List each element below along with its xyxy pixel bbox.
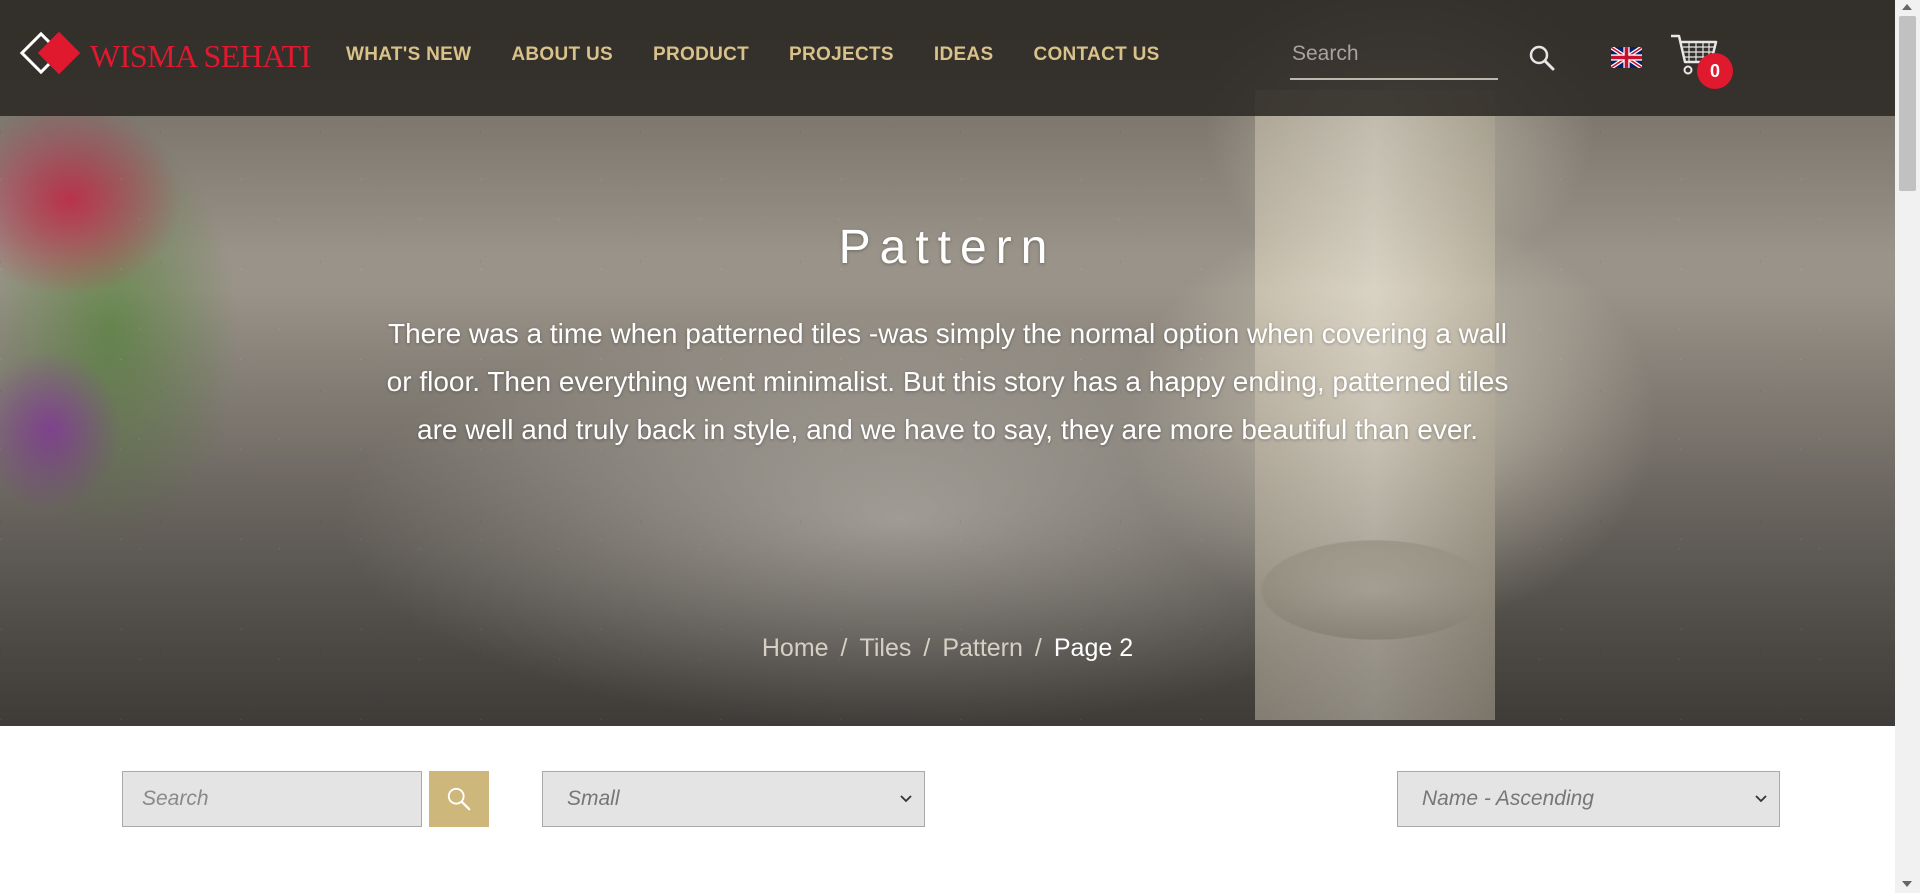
- size-select[interactable]: Small: [542, 771, 925, 827]
- breadcrumb-pattern[interactable]: Pattern: [942, 634, 1023, 662]
- breadcrumb: Home / Tiles / Pattern / Page 2: [761, 634, 1134, 662]
- logo-mark-icon: [19, 31, 82, 80]
- scroll-up-icon[interactable]: [1902, 4, 1912, 10]
- header-search-input[interactable]: [1290, 36, 1502, 72]
- filter-bar: Small Name - Ascending: [0, 726, 1895, 893]
- sort-select-value: Name - Ascending: [1422, 787, 1594, 810]
- brand-name: WISMA SEHATI: [90, 37, 311, 74]
- search-icon[interactable]: [1528, 44, 1556, 72]
- breadcrumb-current: Page 2: [1053, 634, 1134, 662]
- size-select-value: Small: [567, 787, 620, 810]
- page-title: Pattern: [838, 221, 1057, 274]
- nav-item-projects[interactable]: PROJECTS: [789, 44, 894, 66]
- site-header: WISMA SEHATI WHAT'S NEW ABOUT US PRODUCT…: [0, 0, 1895, 116]
- chevron-down-icon: [1755, 795, 1767, 803]
- header-search: [1290, 36, 1502, 80]
- sort-select[interactable]: Name - Ascending: [1397, 771, 1780, 827]
- hero-description: There was a time when patterned tiles -w…: [386, 318, 1509, 445]
- nav-item-about-us[interactable]: ABOUT US: [511, 44, 613, 66]
- nav-item-whats-new[interactable]: WHAT'S NEW: [346, 44, 471, 66]
- logo[interactable]: WISMA SEHATI: [19, 31, 311, 80]
- product-search: [122, 771, 422, 827]
- chevron-down-icon: [900, 795, 912, 803]
- product-search-button[interactable]: [429, 771, 489, 827]
- page-scrollbar[interactable]: [1895, 0, 1920, 893]
- search-icon: [447, 787, 471, 811]
- nav-item-ideas[interactable]: IDEAS: [934, 44, 994, 66]
- uk-flag-icon[interactable]: [1609, 45, 1644, 70]
- breadcrumb-home[interactable]: Home: [762, 634, 829, 662]
- main-nav: WHAT'S NEW ABOUT US PRODUCT PROJECTS IDE…: [346, 44, 1160, 66]
- cart-count-badge: 0: [1697, 53, 1733, 89]
- scroll-down-icon[interactable]: [1902, 881, 1912, 887]
- page: Pattern There was a time when patterned …: [0, 0, 1895, 893]
- breadcrumb-tiles[interactable]: Tiles: [860, 634, 912, 662]
- nav-item-product[interactable]: PRODUCT: [653, 44, 749, 66]
- scrollbar-thumb[interactable]: [1899, 16, 1916, 191]
- product-search-input[interactable]: [123, 772, 421, 826]
- nav-item-contact-us[interactable]: CONTACT US: [1033, 44, 1159, 66]
